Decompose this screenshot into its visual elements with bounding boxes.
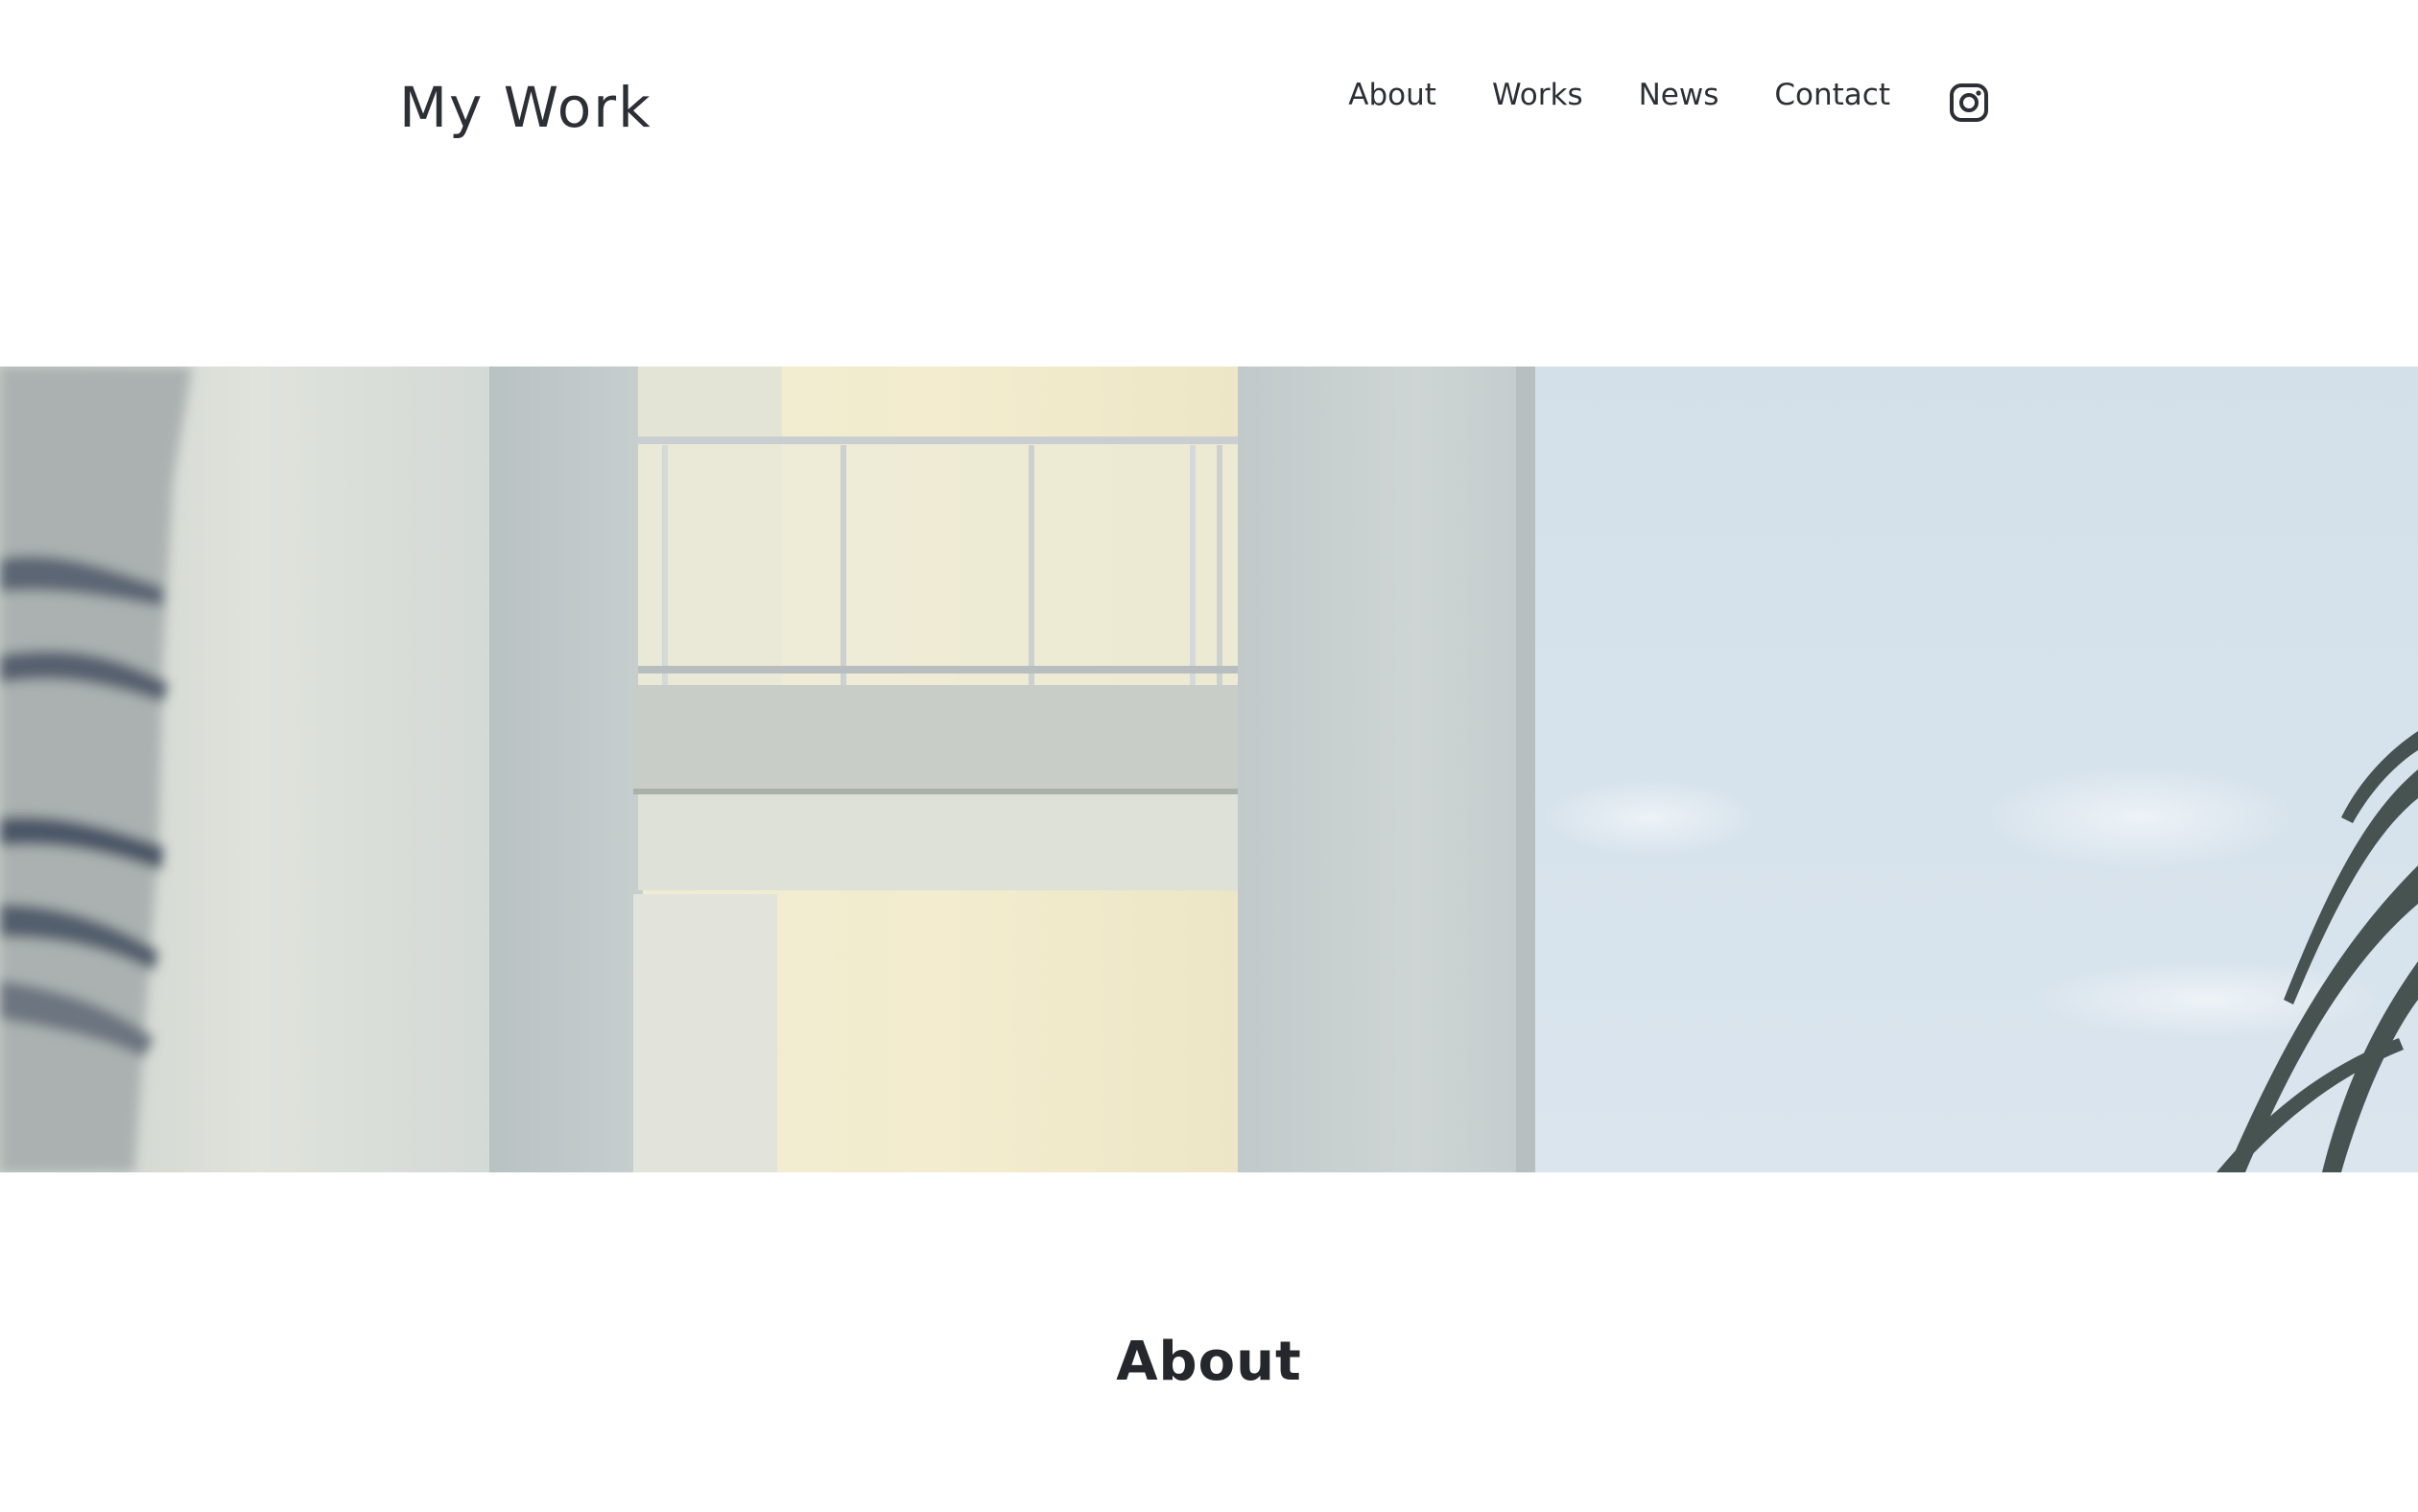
nav-about[interactable]: About: [1348, 71, 1436, 119]
site-title[interactable]: My Work: [399, 69, 652, 146]
about-section-title: About: [1116, 1331, 1302, 1393]
main-nav: About Works News Contact: [1348, 71, 1990, 122]
instagram-icon[interactable]: [1948, 82, 1990, 124]
hero-photo: [0, 366, 2418, 1172]
nav-news[interactable]: News: [1639, 71, 1719, 119]
hero-image: [0, 366, 2418, 1172]
site-header: My Work About Works News Contact: [0, 0, 2418, 211]
page: My Work About Works News Contact About: [0, 0, 2418, 1512]
nav-contact[interactable]: Contact: [1774, 71, 1890, 119]
nav-works[interactable]: Works: [1492, 71, 1583, 119]
